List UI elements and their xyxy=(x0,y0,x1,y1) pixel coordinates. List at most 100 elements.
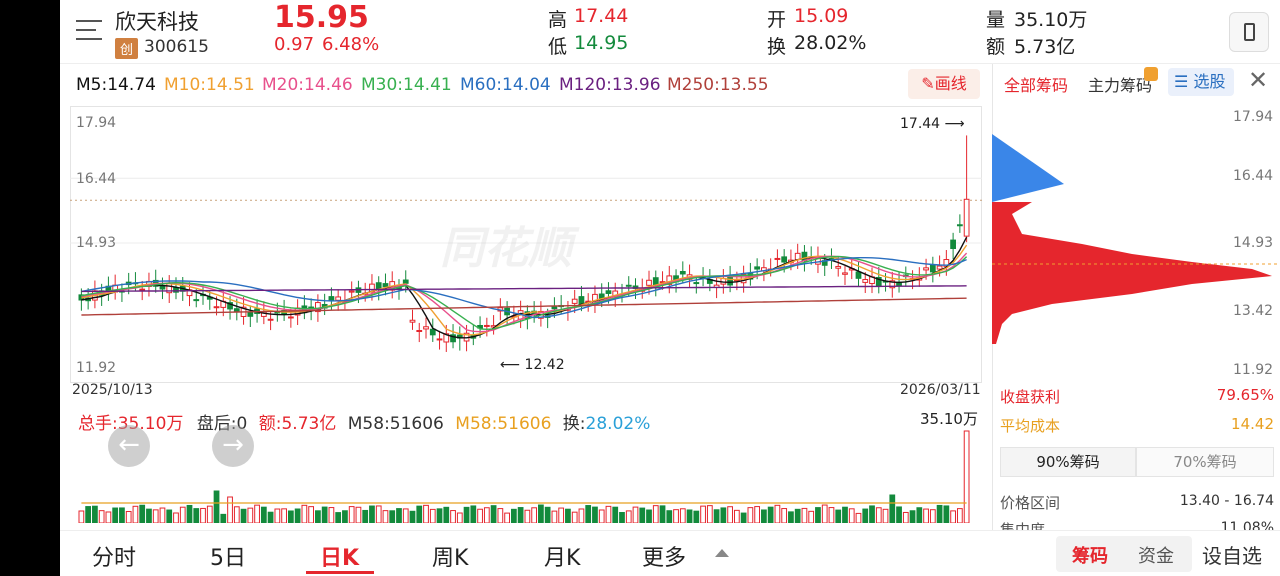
volume-bar xyxy=(112,507,119,523)
amount-value: 5.73亿 xyxy=(1014,36,1076,58)
tab-5day[interactable]: 5日 xyxy=(210,540,246,572)
volume-bar xyxy=(105,511,112,523)
menu-icon[interactable] xyxy=(76,18,104,42)
volume-bar xyxy=(382,510,389,523)
list-icon: ☰ xyxy=(1174,72,1189,91)
volume-bar xyxy=(855,512,862,523)
candle-body xyxy=(923,267,929,271)
capital-button-label[interactable]: 资金 xyxy=(1138,542,1174,568)
candle-body xyxy=(571,298,578,304)
volume-bar xyxy=(598,509,605,523)
volume-bar xyxy=(875,507,882,523)
candle-body xyxy=(936,265,943,270)
price-range-value: 13.40 - 16.74 xyxy=(1179,493,1274,509)
volume-bar xyxy=(483,507,490,523)
volume-bar xyxy=(902,511,909,523)
volume-max-label: 35.10万 xyxy=(920,410,978,428)
stock-picker-button[interactable]: ☰ 选股 xyxy=(1168,68,1234,96)
chip-tab-main[interactable]: 主力筹码 xyxy=(1088,72,1152,96)
volume-bar xyxy=(389,510,396,523)
volume-bar xyxy=(950,510,956,523)
tab-weekly-k[interactable]: 周K xyxy=(432,540,468,572)
volume-bar xyxy=(510,508,517,523)
volume-bar xyxy=(423,504,429,523)
current-price: 15.95 xyxy=(274,0,369,35)
high-value: 17.44 xyxy=(574,5,629,27)
volume-bar xyxy=(896,506,902,523)
volume-bar xyxy=(916,507,923,523)
volume-bar xyxy=(815,507,821,523)
volume-bar xyxy=(747,507,754,523)
tab-more[interactable]: 更多 xyxy=(642,540,686,572)
turnover-label: 换 xyxy=(767,36,787,58)
volume-bar xyxy=(186,504,193,523)
stock-app: 欣天科技 创 300615 15.95 0.97 6.48% 高 17.44 低… xyxy=(60,0,1280,576)
volume-bar xyxy=(923,508,929,523)
volume-bar xyxy=(335,512,342,523)
volume-bar xyxy=(321,506,328,523)
triangle-up-icon[interactable] xyxy=(715,549,729,557)
chip-axis-label: 14.93 xyxy=(1233,235,1274,251)
high-label: 高 xyxy=(548,9,568,31)
draw-line-label: 画线 xyxy=(934,74,967,93)
volume-bar xyxy=(869,505,875,523)
candle-body xyxy=(139,288,146,291)
amount-label: 额 xyxy=(986,36,1006,58)
right-arrow-icon: ⟶ xyxy=(944,116,965,132)
volume-bar xyxy=(612,506,619,523)
candle-body xyxy=(416,329,423,333)
volume-bar xyxy=(936,504,943,523)
volume-bar xyxy=(686,509,693,523)
price-axis-label: 16.44 xyxy=(76,171,117,187)
date-end: 2026/03/11 xyxy=(900,382,981,398)
volume-bar xyxy=(119,507,125,523)
candle-body xyxy=(625,284,632,287)
volume-chart[interactable] xyxy=(70,428,982,523)
volume-bar xyxy=(882,508,889,523)
open-label: 开 xyxy=(767,9,787,31)
volume-bar xyxy=(835,509,842,523)
volume-bar xyxy=(206,505,213,523)
add-watchlist-button[interactable]: 设自选 xyxy=(1202,540,1262,569)
landscape-toggle-button[interactable] xyxy=(1229,12,1269,52)
volume-bar xyxy=(733,509,740,523)
chip-red-profile xyxy=(992,202,1272,344)
candle-body xyxy=(781,256,788,263)
volume-bar xyxy=(152,509,159,523)
volume-bar xyxy=(652,505,659,523)
chip-70-tab[interactable]: 70%筹码 xyxy=(1136,447,1274,477)
tab-daily-k[interactable]: 日K xyxy=(320,540,359,572)
volume-bar xyxy=(240,508,247,523)
volume-bar xyxy=(287,510,294,523)
volume-bar xyxy=(727,506,733,523)
draw-line-button[interactable]: ✎画线 xyxy=(908,69,980,99)
candle-body xyxy=(754,266,761,270)
chip-tab-all[interactable]: 全部筹码 xyxy=(1004,72,1068,96)
tab-monthly-k[interactable]: 月K xyxy=(544,540,580,572)
candle-body xyxy=(862,279,869,283)
volume-bar xyxy=(328,507,335,523)
chip-90-tab[interactable]: 90%筹码 xyxy=(1000,447,1136,477)
price-change: 0.97 xyxy=(274,34,315,55)
close-icon[interactable]: ✕ xyxy=(1248,66,1268,94)
volume-bar xyxy=(828,507,835,523)
volume-bar xyxy=(85,506,92,523)
volume-bar xyxy=(700,505,706,523)
volume-bar xyxy=(98,510,105,523)
volume-bar xyxy=(632,506,639,523)
candle-body xyxy=(287,316,294,319)
volume-bar xyxy=(409,510,416,523)
left-arrow-icon: ⟵ xyxy=(500,357,521,373)
volume-bar xyxy=(909,510,916,523)
candle-body xyxy=(835,265,842,269)
volume-bar xyxy=(274,508,281,523)
volume-bar xyxy=(362,509,369,523)
stock-code: 300615 xyxy=(144,37,209,57)
candle-body xyxy=(402,279,409,284)
price-range-label: 价格区间 xyxy=(1000,494,1061,512)
volume-bar xyxy=(132,505,139,523)
volume-bar xyxy=(456,512,463,523)
volume-bar xyxy=(639,507,646,523)
volume-bar xyxy=(402,508,409,523)
tab-intraday[interactable]: 分时 xyxy=(92,540,136,572)
